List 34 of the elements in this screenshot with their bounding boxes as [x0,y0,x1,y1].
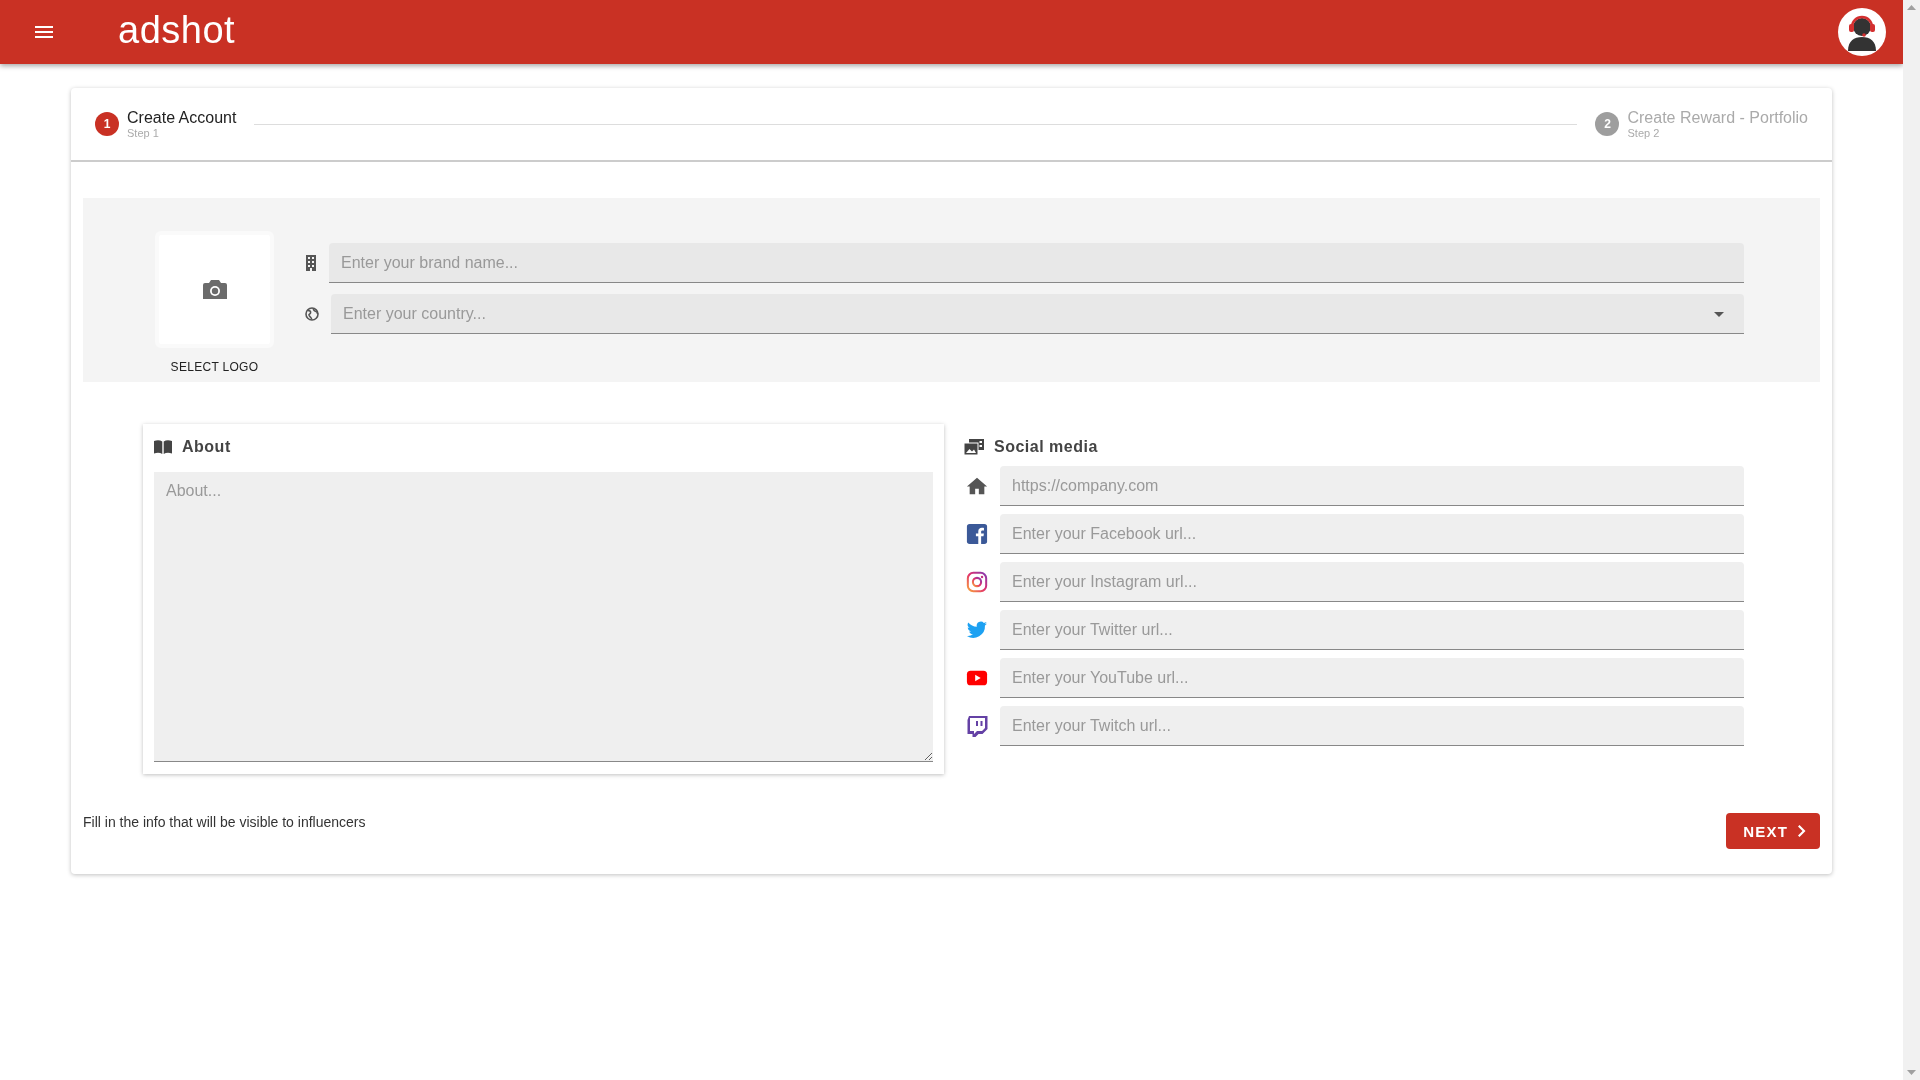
about-field[interactable]: About... [154,472,933,762]
camera-icon [202,278,227,301]
brand-name-field[interactable]: Enter your brand name... [329,243,1744,283]
info-hint: Fill in the info that will be visible to influencers [83,814,366,830]
select-logo-label: SELECT LOGO [170,360,259,374]
building-icon [305,255,317,271]
step-number: 2 [1595,112,1620,136]
url-field[interactable]: Enter your Facebook url... [1000,514,1744,554]
country-dropdown[interactable]: Enter your country... [331,294,1744,334]
avatar-button[interactable] [1838,8,1886,56]
caret-icon [1714,312,1724,317]
step-sublabel: Step 2 [1627,127,1661,139]
about-title: About [182,438,231,456]
step-label: Create Reward - Portfolio [1627,109,1808,127]
book-icon [154,440,172,454]
social-media-title: Social media [994,438,1098,456]
url-field[interactable]: Enter your Instagram url... [1000,562,1744,602]
step-number: 1 [95,112,119,136]
next-button[interactable]: NEXT [1726,813,1820,849]
logo-upload-button[interactable] [155,231,274,348]
url-field[interactable]: https://company.com [1000,466,1744,506]
app-logo[interactable]: adshot [118,8,236,52]
url-field[interactable]: Enter your Twitter url... [1000,610,1744,650]
facebook-icon [964,523,990,545]
url-field[interactable]: Enter your YouTube url... [1000,658,1744,698]
globe-icon [305,307,319,321]
instagram-icon [964,571,990,593]
stepper-step[interactable]: 1 Create Account Step 1 [95,109,237,139]
stepper-step[interactable]: 2 Create Reward - Portfolio Step 2 [1595,109,1808,139]
step-sublabel: Step 1 [127,127,160,139]
url-field[interactable]: Enter your Twitch url... [1000,706,1744,746]
step-label: Create Account [127,109,237,127]
chevron-right-icon [1798,825,1806,837]
image-gallery-icon [964,439,984,455]
